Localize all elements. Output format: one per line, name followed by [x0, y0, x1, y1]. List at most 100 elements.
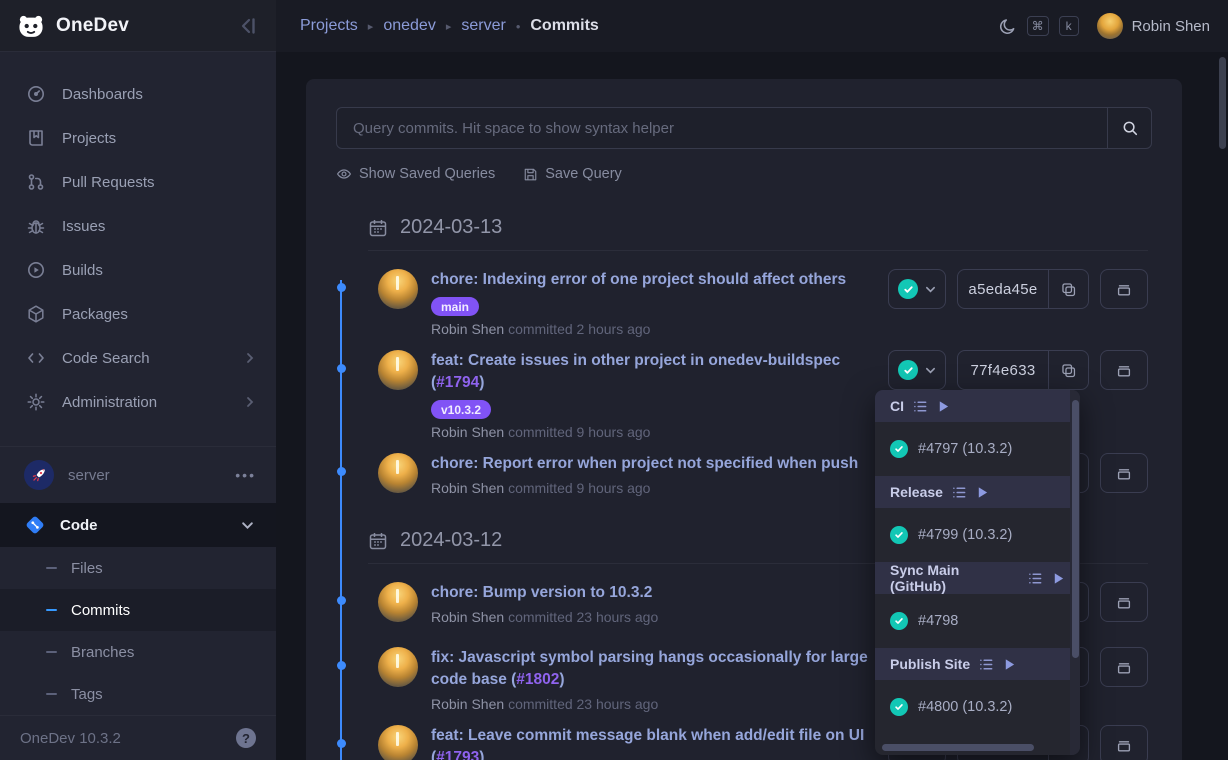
show-saved-queries-button[interactable]: Show Saved Queries	[336, 166, 495, 182]
query-actions: Show Saved Queries Save Query	[336, 166, 1182, 182]
commit-title-text: fix: Javascript symbol parsing hangs occ…	[431, 649, 868, 688]
job-run-icon[interactable]	[976, 486, 989, 499]
commit-message-link[interactable]: chore: Bump version to 10.3.2	[431, 582, 658, 604]
help-icon[interactable]: ?	[236, 728, 256, 748]
sidebar: OneDev Dashboards Projects Pull Requests	[0, 0, 276, 760]
sidebar-item-files[interactable]: Files	[0, 547, 276, 589]
main-area: Show Saved Queries Save Query 2024-03-13	[276, 52, 1228, 760]
sidebar-item-builds[interactable]: Builds	[0, 248, 276, 292]
code-icon	[26, 348, 46, 368]
bug-icon	[26, 216, 46, 236]
job-list-icon[interactable]	[913, 399, 928, 414]
branch-badge[interactable]: main	[431, 297, 479, 316]
archive-icon	[1115, 464, 1133, 482]
nav-label: Dashboards	[62, 86, 143, 103]
commit-hash: 77f4e633	[958, 362, 1048, 379]
sidebar-item-packages[interactable]: Packages	[0, 292, 276, 336]
commit-message-link[interactable]: feat: Leave commit message blank when ad…	[431, 725, 873, 760]
search-icon	[1121, 119, 1139, 137]
project-row-server[interactable]: server •••	[0, 447, 276, 503]
browse-code-button[interactable]	[1100, 647, 1148, 687]
sub-label: Files	[71, 560, 103, 577]
dash-icon	[46, 567, 57, 569]
commit-message-link[interactable]: chore: Indexing error of one project sho…	[431, 269, 846, 291]
project-avatar	[24, 460, 54, 490]
build-success-icon	[898, 279, 918, 299]
sidebar-item-projects[interactable]: Projects	[0, 116, 276, 160]
build-item[interactable]: #4798	[875, 594, 1080, 648]
job-header-ci: CI	[875, 390, 1080, 422]
build-success-icon	[890, 526, 908, 544]
project-more-icon[interactable]: •••	[235, 467, 256, 483]
commit-message-link[interactable]: chore: Report error when project not spe…	[431, 453, 858, 475]
sidebar-item-issues[interactable]: Issues	[0, 204, 276, 248]
build-item[interactable]: #4800 (10.3.2)	[875, 680, 1080, 734]
browse-code-button[interactable]	[1100, 269, 1148, 309]
sidebar-item-branches[interactable]: Branches	[0, 631, 276, 673]
committer-avatar	[378, 350, 418, 390]
timeline-dot	[337, 596, 346, 605]
calendar-icon	[368, 531, 388, 551]
sidebar-footer: OneDev 10.3.2 ?	[0, 715, 276, 760]
build-status-button[interactable]	[888, 269, 946, 309]
save-query-button[interactable]: Save Query	[523, 166, 622, 182]
topbar-right: ⌘ k Robin Shen	[998, 13, 1210, 39]
job-list-icon[interactable]	[952, 485, 967, 500]
issue-link[interactable]: #1802	[516, 671, 559, 688]
job-run-icon[interactable]	[1052, 572, 1065, 585]
commit-author: Robin Shen	[431, 424, 504, 440]
dark-mode-icon[interactable]	[998, 17, 1017, 36]
sidebar-collapse-icon[interactable]	[238, 16, 258, 36]
sidebar-item-commits[interactable]: Commits	[0, 589, 276, 631]
timeline-dot	[337, 283, 346, 292]
sidebar-item-tags[interactable]: Tags	[0, 673, 276, 715]
breadcrumb-projects[interactable]: Projects	[300, 17, 358, 35]
sidebar-item-administration[interactable]: Administration	[0, 380, 276, 424]
commit-message-link[interactable]: fix: Javascript symbol parsing hangs occ…	[431, 647, 873, 691]
copy-hash-button[interactable]	[1048, 351, 1088, 389]
page-scrollbar[interactable]	[1219, 57, 1226, 149]
popup-horizontal-scrollbar[interactable]	[882, 744, 1034, 751]
build-item[interactable]: #4799 (10.3.2)	[875, 508, 1080, 562]
job-list-icon[interactable]	[979, 657, 994, 672]
sidebar-item-pull-requests[interactable]: Pull Requests	[0, 160, 276, 204]
browse-code-button[interactable]	[1100, 350, 1148, 390]
breadcrumb-onedev[interactable]: onedev	[383, 17, 436, 35]
job-header-publish-site: Publish Site	[875, 648, 1080, 680]
committer-avatar	[378, 725, 418, 760]
user-menu[interactable]: Robin Shen	[1097, 13, 1210, 39]
tag-badge[interactable]: v10.3.2	[431, 400, 491, 419]
copy-hash-button[interactable]	[1048, 270, 1088, 308]
job-run-icon[interactable]	[937, 400, 950, 413]
sub-label: Commits	[71, 602, 130, 619]
commit-query-input[interactable]	[337, 108, 1107, 148]
build-item[interactable]: #4797 (10.3.2)	[875, 422, 1080, 476]
archive-icon	[1115, 361, 1133, 379]
sidebar-item-code[interactable]: Code	[0, 503, 276, 547]
browse-code-button[interactable]	[1100, 725, 1148, 760]
sidebar-item-code-search[interactable]: Code Search	[0, 336, 276, 380]
commit-hash-button[interactable]: a5eda45e	[957, 269, 1089, 309]
build-status-button[interactable]	[888, 350, 946, 390]
play-circle-icon	[26, 260, 46, 280]
job-list-icon[interactable]	[1028, 571, 1043, 586]
commit-time: committed 23 hours ago	[508, 696, 658, 712]
issue-link[interactable]: #1794	[436, 374, 479, 391]
issue-link[interactable]: #1793	[436, 749, 479, 760]
breadcrumb-server[interactable]: server	[461, 17, 505, 35]
commit-message-link[interactable]: feat: Create issues in other project in …	[431, 350, 873, 394]
commit-author: Robin Shen	[431, 321, 504, 337]
book-icon	[26, 128, 46, 148]
job-run-icon[interactable]	[1003, 658, 1016, 671]
dash-icon	[46, 693, 57, 695]
browse-code-button[interactable]	[1100, 582, 1148, 622]
popup-vertical-scrollbar[interactable]	[1072, 400, 1079, 658]
breadcrumb: Projects ▸ onedev ▸ server • Commits	[300, 17, 599, 35]
dash-icon	[46, 609, 57, 611]
build-label: #4798	[918, 613, 958, 629]
commit-title-suffix: )	[479, 749, 484, 760]
browse-code-button[interactable]	[1100, 453, 1148, 493]
search-button[interactable]	[1107, 108, 1151, 148]
sidebar-item-dashboards[interactable]: Dashboards	[0, 72, 276, 116]
commit-hash-button[interactable]: 77f4e633	[957, 350, 1089, 390]
